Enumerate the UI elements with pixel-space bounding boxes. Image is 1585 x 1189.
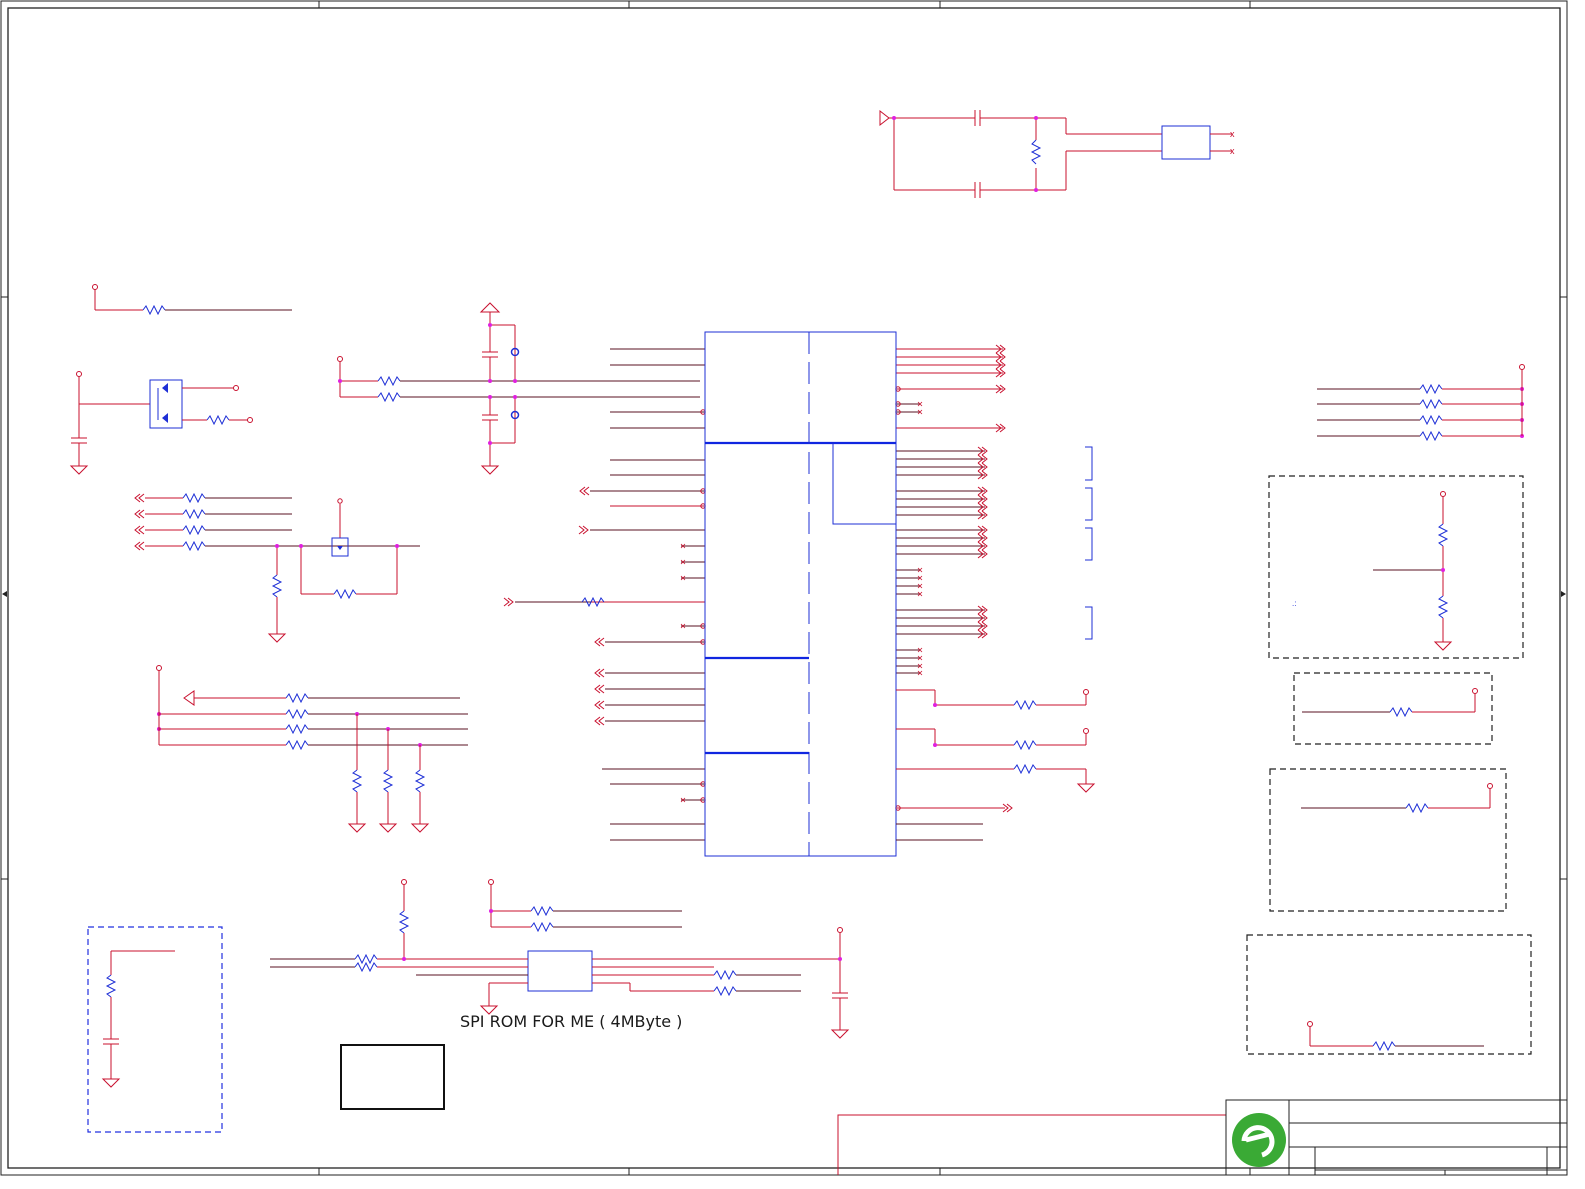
ground-symbol <box>347 823 367 833</box>
resistor-symbol <box>1419 414 1443 426</box>
offpage-connector <box>134 541 145 551</box>
right-dashed-boxes: .: <box>1246 475 1532 1055</box>
offpage-connector <box>594 684 605 694</box>
optional-rc-box <box>87 926 223 1133</box>
resistor-symbol <box>333 588 357 600</box>
drawing-frame <box>0 0 1568 1176</box>
resistor-symbol <box>285 739 309 751</box>
rtc-rc-circuit <box>337 302 700 475</box>
schematic-sheet: x x .: <box>0 0 1568 1176</box>
spi-rom-caption: SPI ROM FOR ME ( 4MByte ) <box>460 1012 683 1031</box>
right-pullup-network <box>1519 364 1525 436</box>
offpage-connector <box>594 716 605 726</box>
ic-right-pullups <box>896 689 1096 841</box>
offpage-connector <box>134 493 145 503</box>
pin-circle <box>337 498 343 504</box>
offpage-connector <box>503 597 514 607</box>
ground-symbol <box>410 823 430 833</box>
junction-dot <box>299 544 303 548</box>
ground-symbol <box>267 633 287 643</box>
offpage-connector <box>594 668 605 678</box>
offpage-connector <box>594 700 605 710</box>
resistor-symbol <box>1419 383 1443 395</box>
offpage-connector <box>134 509 145 519</box>
offpage-connector <box>578 525 589 535</box>
svg-text:x: x <box>1230 129 1235 139</box>
resistor-symbol <box>285 723 309 735</box>
dual-diode-circuit <box>69 371 253 475</box>
company-logo-icon <box>1232 1113 1286 1167</box>
resistor-symbol <box>1419 430 1443 442</box>
mosfet-arrow <box>337 546 343 550</box>
pulldown-network <box>156 665 286 746</box>
resistor-symbol <box>271 574 283 598</box>
svg-text:x: x <box>1230 146 1235 156</box>
pullup-resistor-top-left <box>92 284 292 316</box>
svg-text:.:: .: <box>1292 599 1296 608</box>
resistor-symbol <box>182 508 206 520</box>
junction-dot <box>395 544 399 548</box>
resistor-symbol <box>382 769 394 793</box>
ground-symbol <box>378 823 398 833</box>
resistor-symbol <box>414 769 426 793</box>
main-ic-symbol <box>704 331 897 857</box>
offpage-connector <box>579 486 590 496</box>
resistor-symbol <box>182 492 206 504</box>
crystal-circuit: x x <box>879 109 1235 198</box>
resistor-symbol <box>285 692 309 704</box>
bus-brackets <box>1085 446 1093 640</box>
offpage-connector <box>594 637 605 647</box>
title-block <box>837 1099 1568 1176</box>
resistor-symbol <box>351 769 363 793</box>
resistor-symbol <box>285 708 309 720</box>
junction-dot <box>275 544 279 548</box>
blank-note-box <box>340 1044 445 1110</box>
resistor-symbol <box>182 540 206 552</box>
offpage-connector <box>134 525 145 535</box>
resistor-symbol <box>1419 398 1443 410</box>
resistor-symbol <box>182 524 206 536</box>
